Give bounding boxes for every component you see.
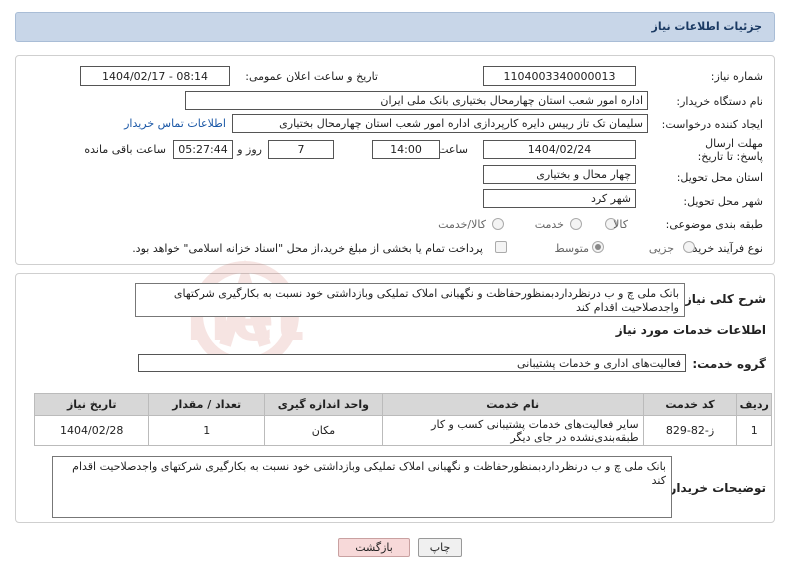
city-field: شهر کرد bbox=[483, 189, 636, 208]
col-code: کد خدمت bbox=[642, 393, 738, 416]
creator-label: ایجاد کننده درخواست: bbox=[661, 118, 763, 131]
services-table-header: ردیف کد خدمت نام خدمت واحد اندازه گیری ت… bbox=[33, 393, 772, 416]
print-button[interactable]: چاپ bbox=[418, 538, 462, 557]
need-number-label: شماره نیاز: bbox=[710, 70, 763, 83]
buyer-notes-textarea[interactable]: بانک ملی چ و ب درنظرداردبمنظورحفاظت و نگ… bbox=[52, 456, 672, 518]
process-minor-radio[interactable] bbox=[683, 241, 695, 253]
city-label: شهر محل تحویل: bbox=[683, 195, 763, 208]
category-goods-label: کالا bbox=[613, 218, 628, 231]
cell-qty: 1 bbox=[148, 415, 265, 446]
buyer-org-field: اداره امور شعب استان چهارمحال بختیاری با… bbox=[185, 91, 648, 110]
creator-field: سلیمان تک تاز رییس دایره کارپردازی اداره… bbox=[232, 114, 648, 133]
buyer-org-label: نام دستگاه خریدار: bbox=[676, 95, 763, 108]
cell-date: 1404/02/28 bbox=[33, 415, 150, 446]
announce-datetime-field: 1404/02/17 - 08:14 bbox=[80, 66, 230, 86]
summary-label: شرح کلی نیاز: bbox=[680, 292, 766, 306]
deadline-time-field: 14:00 bbox=[372, 140, 440, 159]
days-remaining-field: 7 bbox=[268, 140, 334, 159]
table-row: 1 ز-82-829 سایر فعالیت‌های خدمات پشتیبان… bbox=[33, 415, 772, 446]
service-group-label: گروه خدمت: bbox=[692, 357, 766, 371]
deadline-time-label: ساعت bbox=[438, 143, 468, 156]
col-unit: واحد اندازه گیری bbox=[263, 393, 383, 416]
cell-code: ز-82-829 bbox=[642, 415, 738, 446]
treasury-payment-checkbox[interactable] bbox=[495, 241, 507, 253]
need-info-panel bbox=[15, 55, 775, 265]
remaining-time-field: 05:27:44 bbox=[173, 140, 233, 159]
deadline-label: مهلت ارسال پاسخ: تا تاریخ: bbox=[697, 137, 763, 163]
remaining-time-label: ساعت باقی مانده bbox=[84, 143, 166, 156]
category-goods-service-label: کالا/خدمت bbox=[438, 218, 486, 231]
category-goods-service-radio[interactable] bbox=[492, 218, 504, 230]
process-minor-label: جزیی bbox=[648, 242, 674, 255]
col-date: تاریخ نیاز bbox=[33, 393, 150, 416]
deadline-date-field: 1404/02/24 bbox=[483, 140, 636, 159]
back-button[interactable]: بازگشت bbox=[338, 538, 410, 557]
province-label: استان محل تحویل: bbox=[676, 171, 763, 184]
cell-row: 1 bbox=[736, 415, 772, 446]
page-header: جزئیات اطلاعات نیاز bbox=[15, 12, 775, 42]
col-name: نام خدمت bbox=[381, 393, 644, 416]
need-number-field: 1104003340000013 bbox=[483, 66, 636, 86]
services-section-title: اطلاعات خدمات مورد نیاز bbox=[615, 323, 766, 337]
process-medium-radio[interactable] bbox=[592, 241, 604, 253]
col-row: ردیف bbox=[736, 393, 772, 416]
category-label: طبقه بندی موضوعی: bbox=[665, 218, 763, 231]
province-field: چهار محال و بختیاری bbox=[483, 165, 636, 184]
buyer-notes-label: توضیحات خریدار: bbox=[664, 481, 766, 495]
cell-unit: مکان bbox=[263, 415, 383, 446]
process-medium-label: متوسط bbox=[554, 242, 589, 255]
summary-textarea[interactable]: بانک ملی چ و ب درنظرداردبمنظورحفاظت و نگ… bbox=[135, 283, 685, 317]
service-group-field: فعالیت‌های اداری و خدمات پشتیبانی bbox=[138, 354, 686, 372]
col-qty: تعداد / مقدار bbox=[148, 393, 265, 416]
buyer-contact-link[interactable]: اطلاعات تماس خریدار bbox=[124, 117, 226, 130]
treasury-payment-note: پرداخت تمام یا بخشی از مبلغ خرید،از محل … bbox=[132, 242, 483, 255]
process-type-label: نوع فرآیند خرید : bbox=[685, 242, 763, 255]
page-title: جزئیات اطلاعات نیاز bbox=[651, 20, 763, 33]
category-service-label: خدمت bbox=[534, 218, 564, 231]
days-label: روز و bbox=[237, 143, 262, 156]
services-table: ردیف کد خدمت نام خدمت واحد اندازه گیری ت… bbox=[33, 393, 772, 446]
cell-name: سایر فعالیت‌های خدمات پشتیبانی کسب و کار… bbox=[381, 415, 644, 446]
announce-label: تاریخ و ساعت اعلان عمومی: bbox=[245, 70, 378, 83]
category-service-radio[interactable] bbox=[570, 218, 582, 230]
